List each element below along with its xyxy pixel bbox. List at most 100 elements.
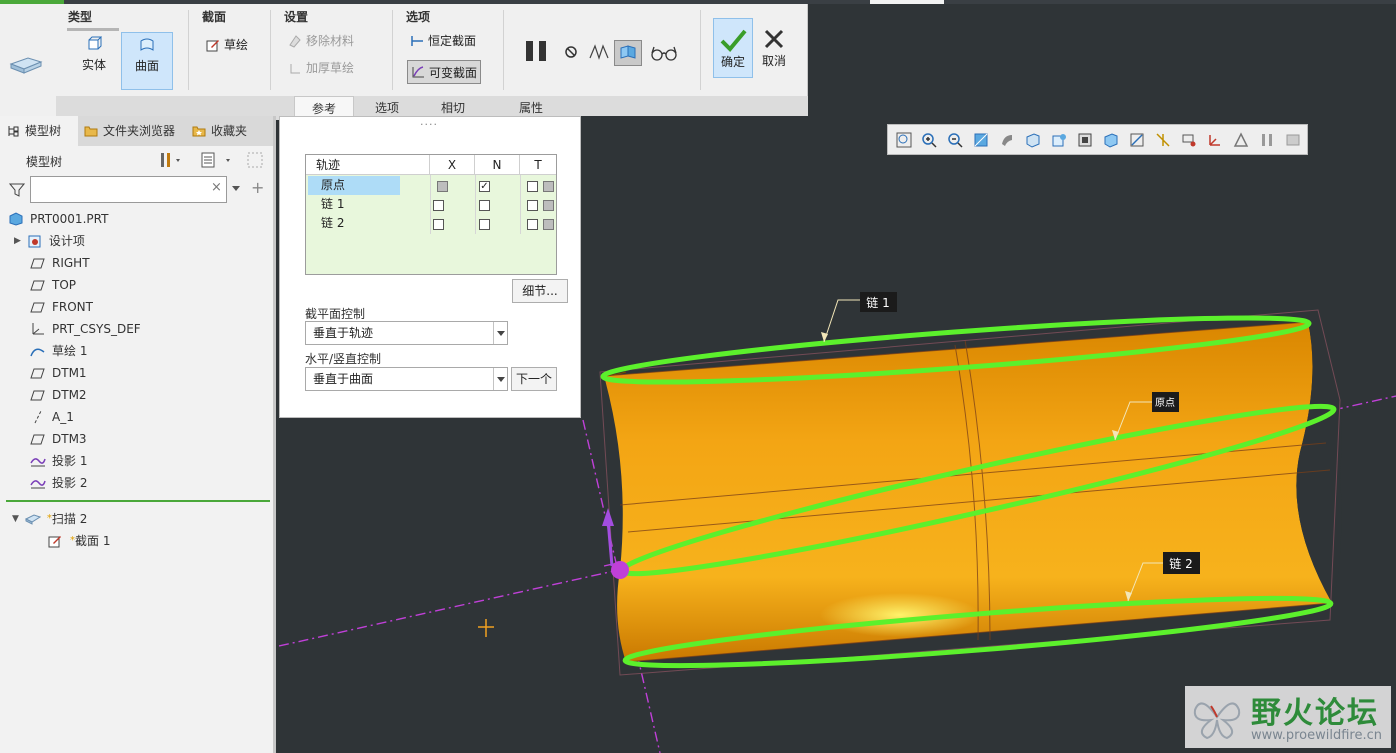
collapse-arrow-icon[interactable]: ▼ [12, 508, 19, 530]
table-row-origin[interactable]: 原点 [308, 176, 400, 195]
tree-item-design-items[interactable]: ▶ 设计项 [14, 230, 85, 252]
col-x: X [430, 155, 475, 175]
perspective-icon[interactable] [1103, 132, 1119, 148]
tree-search-input[interactable] [30, 176, 227, 203]
filter-funnel-icon [9, 183, 25, 197]
table-row-chain2[interactable]: 链 2 [308, 214, 428, 233]
pause-regen-icon[interactable] [1259, 132, 1275, 148]
no-preview-button[interactable] [563, 44, 579, 60]
tree-settings-icon[interactable] [158, 151, 184, 169]
sketch-button[interactable]: 草绘 [206, 36, 248, 53]
chevron-down-icon [497, 377, 505, 382]
references-panel: .... 轨迹 X N T 原点 ✓ 链 1 链 2 细节... 截平面控制 垂… [279, 115, 581, 418]
annotation-display-icon[interactable] [1233, 132, 1249, 148]
tree-item-projection2[interactable]: 投影 2 [30, 472, 87, 494]
graphics-toolbar [887, 124, 1308, 155]
t-checkbox[interactable] [527, 219, 538, 230]
horiz-vert-label: 水平/竖直控制 [305, 352, 382, 366]
filter-dropdown-icon[interactable] [231, 185, 241, 193]
tree-item-part[interactable]: PRT0001.PRT [8, 208, 108, 230]
svg-text:原点: 原点 [1155, 397, 1175, 409]
pause-button[interactable] [524, 38, 550, 64]
tree-item-section1[interactable]: * 截面 1 [48, 530, 110, 552]
t-checkbox-alt[interactable] [543, 200, 554, 211]
n-checkbox[interactable] [479, 219, 490, 230]
tree-filter-settings-icon[interactable] [246, 151, 266, 169]
display-style-icon[interactable] [1077, 132, 1093, 148]
tree-columns-icon[interactable] [200, 151, 236, 169]
thicken-sketch-button[interactable]: 加厚草绘 [288, 59, 354, 76]
feature-preview-icon [620, 45, 636, 59]
label-chain1[interactable]: 链 1 [860, 292, 897, 312]
sketch-curve-icon [30, 348, 45, 357]
panel-grip[interactable]: .... [420, 115, 438, 128]
spin-center-icon[interactable] [1285, 132, 1301, 148]
solid-button[interactable]: 实体 [68, 32, 120, 90]
cancel-button[interactable]: 取消 [756, 18, 792, 78]
variable-section-button[interactable]: 可变截面 [407, 60, 482, 84]
expand-arrow-icon[interactable]: ▶ [14, 230, 21, 252]
constant-section-button[interactable]: 恒定截面 [410, 32, 476, 49]
col-trajectory: 轨迹 [306, 155, 430, 175]
tree-item-dtm2[interactable]: DTM2 [30, 384, 87, 406]
geometry-preview-button[interactable] [588, 42, 610, 62]
tree-item-sweep2[interactable]: ▼ * 扫描 2 [12, 508, 87, 530]
saved-views-icon[interactable] [1025, 132, 1041, 148]
tree-item-front-plane[interactable]: FRONT [30, 296, 93, 318]
label-origin[interactable]: 原点 [1152, 392, 1179, 412]
repaint-icon[interactable] [973, 132, 989, 148]
tree-item-projection1[interactable]: 投影 1 [30, 450, 87, 472]
refit-icon[interactable] [896, 132, 912, 148]
zoom-out-icon[interactable] [947, 132, 963, 148]
feature-preview-button[interactable] [614, 40, 642, 66]
remove-material-button[interactable]: 移除材料 [288, 32, 354, 49]
glasses-icon [651, 46, 677, 61]
check-icon [720, 29, 747, 52]
horiz-vert-select[interactable]: 垂直于曲面 [305, 367, 508, 391]
clear-search-icon[interactable]: × [211, 180, 222, 195]
next-button[interactable]: 下一个 [511, 367, 557, 391]
details-button[interactable]: 细节... [512, 279, 568, 303]
surface-button[interactable]: 曲面 [121, 32, 173, 90]
watermark-url: www.proewildfire.cn [1251, 728, 1382, 743]
t-checkbox[interactable] [527, 181, 538, 192]
section-plane-select[interactable]: 垂直于轨迹 [305, 321, 508, 345]
label-chain2[interactable]: 链 2 [1163, 552, 1200, 574]
no-preview-icon [565, 46, 577, 58]
tab-model-tree[interactable]: 模型树 [0, 116, 78, 146]
table-row-chain1[interactable]: 链 1 [308, 195, 428, 214]
tree-item-axis[interactable]: A_1 [30, 406, 74, 428]
t-checkbox-alt[interactable] [543, 219, 554, 230]
axis-display-icon[interactable] [1155, 132, 1171, 148]
tree-item-right-plane[interactable]: RIGHT [30, 252, 90, 274]
insert-indicator [6, 500, 270, 502]
tree-item-sketch1[interactable]: 草绘 1 [30, 340, 87, 362]
tree-item-top-plane[interactable]: TOP [30, 274, 76, 296]
section-plane-label: 截平面控制 [305, 307, 366, 321]
x-checkbox[interactable] [433, 219, 444, 230]
tab-favorites[interactable]: 收藏夹 [186, 116, 273, 146]
point-display-icon[interactable] [1181, 132, 1197, 148]
add-filter-icon[interactable]: + [251, 178, 264, 197]
tree-item-csys[interactable]: PRT_CSYS_DEF [30, 318, 141, 340]
verify-glasses-button[interactable] [650, 44, 678, 62]
t-checkbox[interactable] [527, 200, 538, 211]
tab-folder-browser[interactable]: 文件夹浏览器 [78, 116, 186, 146]
butterfly-logo-icon [1193, 702, 1241, 740]
svg-text:链 1: 链 1 [866, 295, 889, 310]
tree-item-dtm3[interactable]: DTM3 [30, 428, 87, 450]
folder-icon [84, 126, 98, 137]
tree-item-dtm1[interactable]: DTM1 [30, 362, 87, 384]
shading-icon[interactable] [999, 132, 1015, 148]
confirm-button[interactable]: 确定 [713, 18, 753, 78]
chevron-down-icon [497, 331, 505, 336]
csys-display-icon[interactable] [1207, 132, 1223, 148]
n-checkbox[interactable] [479, 200, 490, 211]
x-checkbox[interactable] [433, 200, 444, 211]
n-checkbox-checked[interactable]: ✓ [479, 181, 490, 192]
x-checkbox[interactable] [437, 181, 448, 192]
t-checkbox-alt[interactable] [543, 181, 554, 192]
view-manager-icon[interactable] [1051, 132, 1067, 148]
plane-display-icon[interactable] [1129, 132, 1145, 148]
zoom-in-icon[interactable] [921, 132, 937, 148]
